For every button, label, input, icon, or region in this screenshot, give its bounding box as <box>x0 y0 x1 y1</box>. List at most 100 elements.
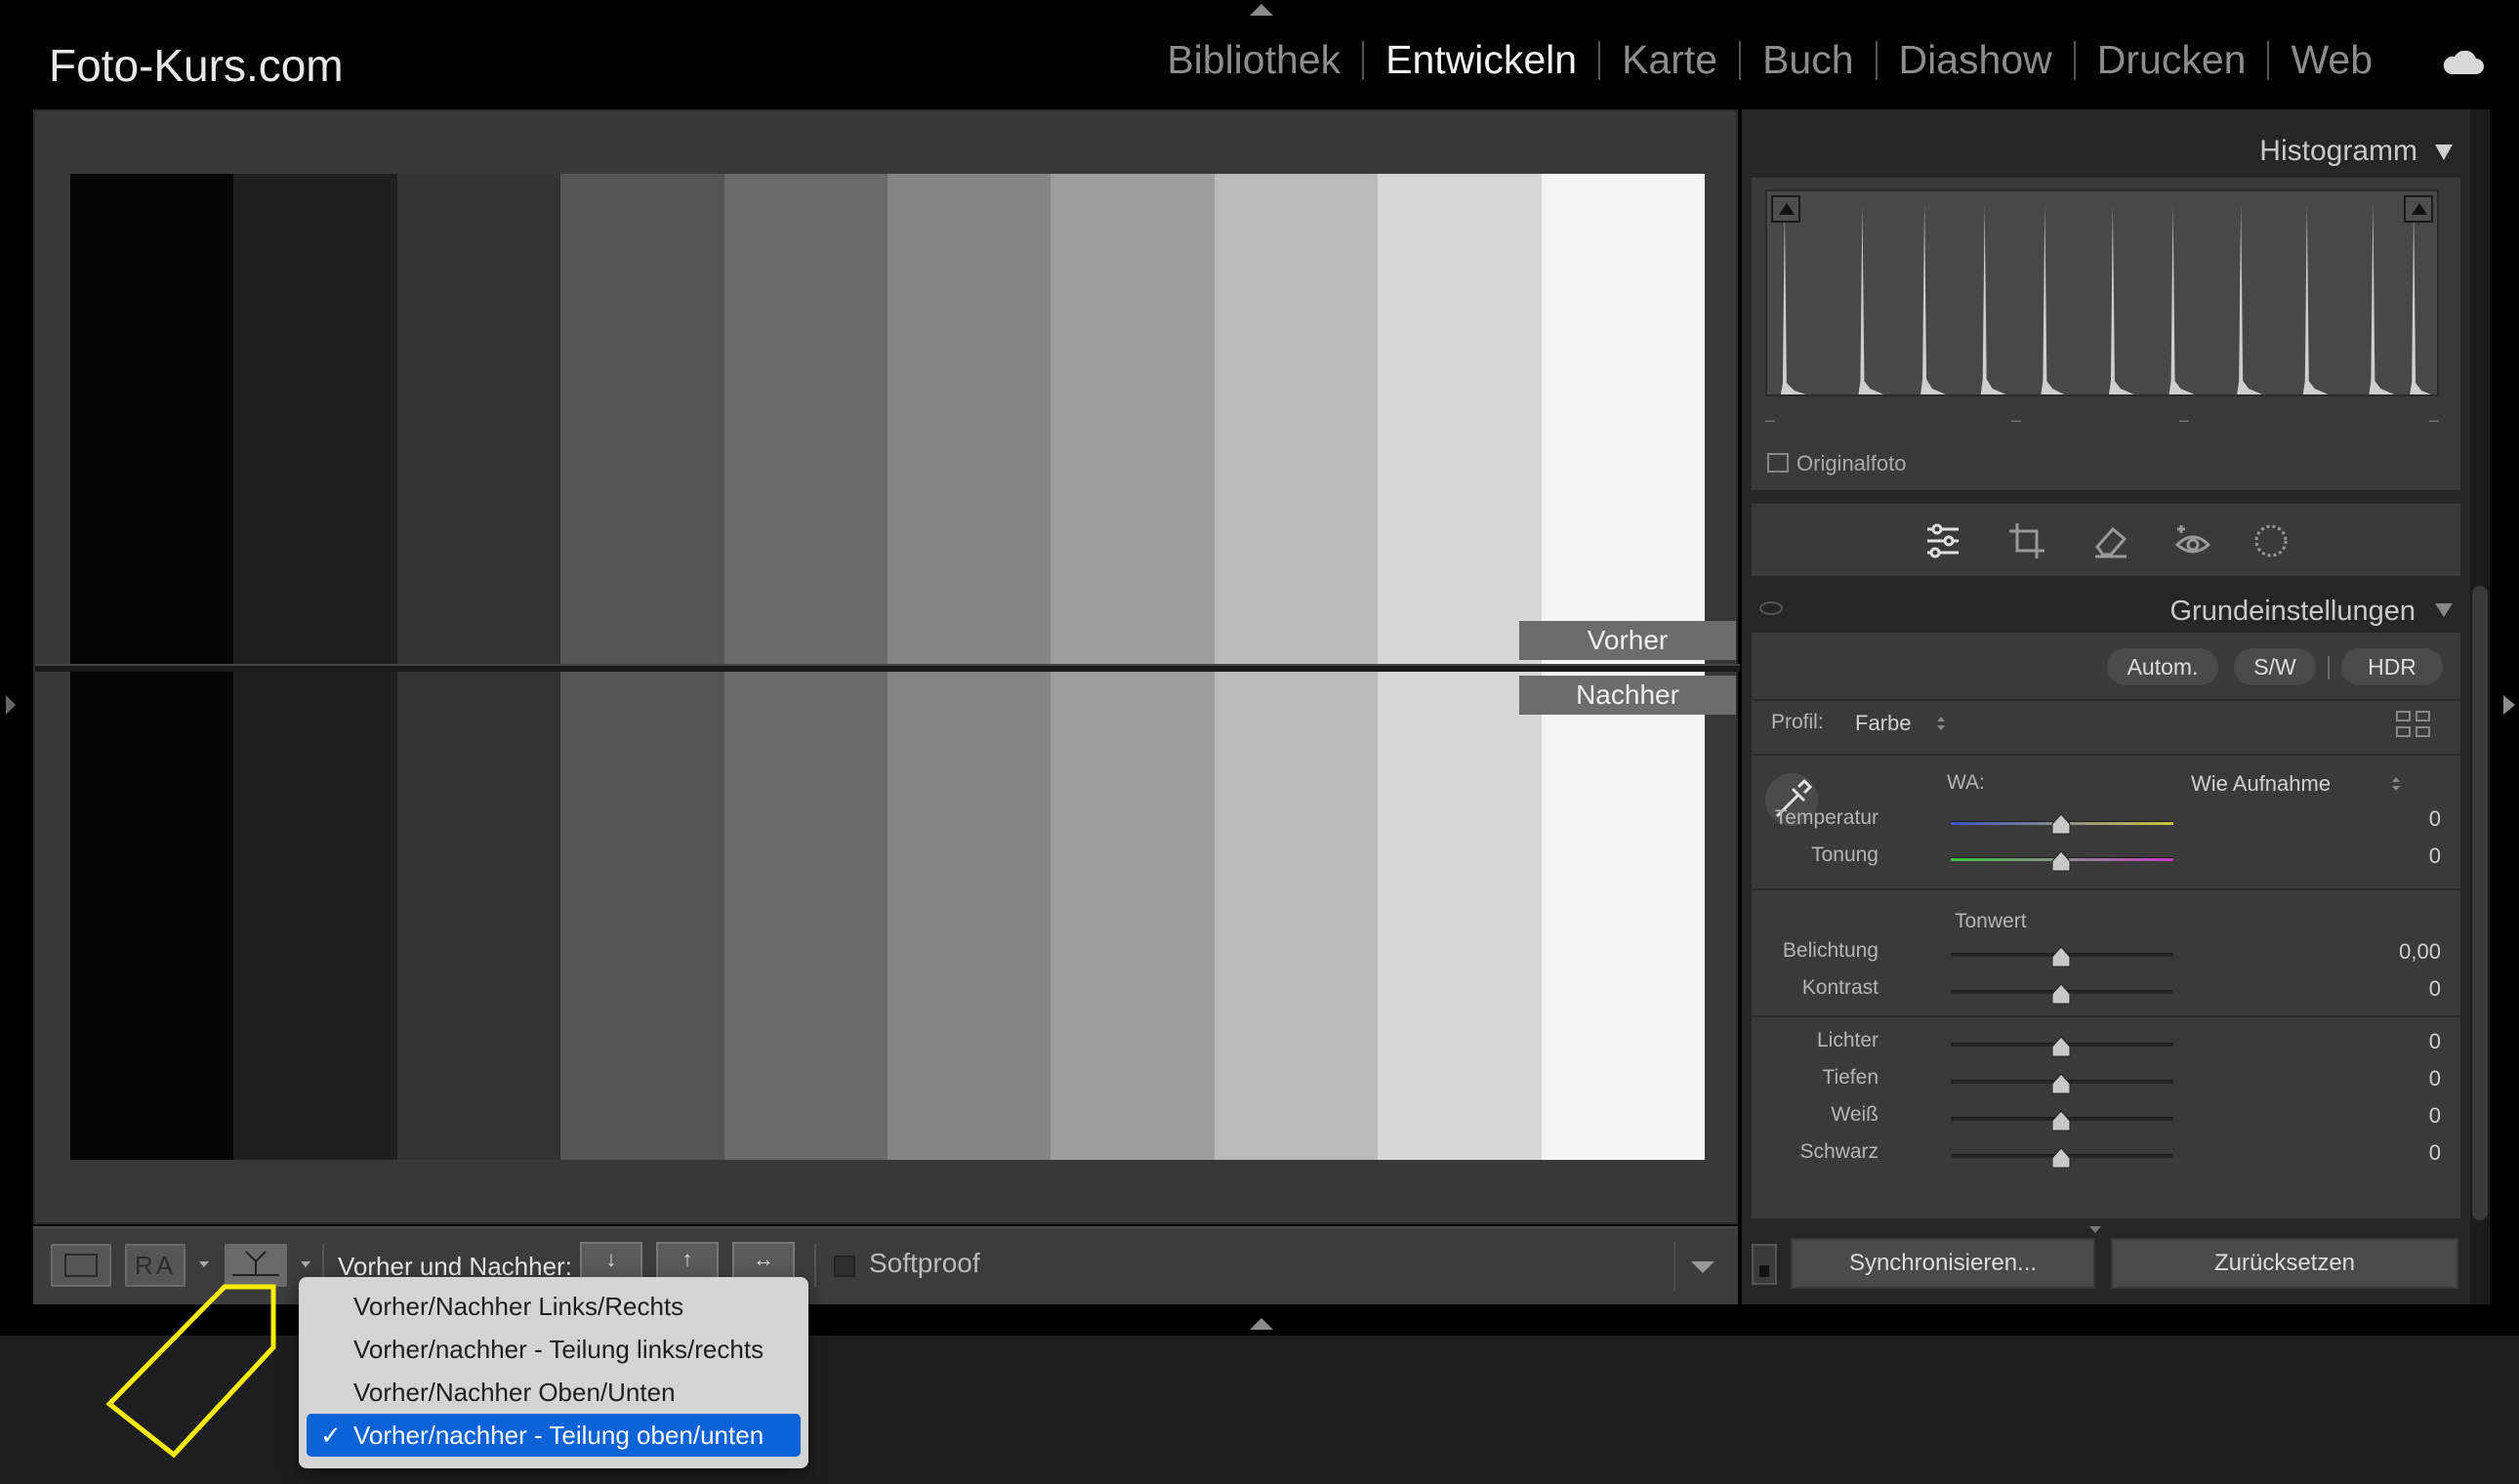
tone-stripe <box>1214 174 1379 664</box>
tone-stripe <box>1541 672 1706 1160</box>
basic-panel-header[interactable]: Grundeinstellungen <box>1752 588 2460 631</box>
right-panel: Histogramm – – – – Originalfoto Grundein… <box>1742 109 2470 1304</box>
highlights-value[interactable]: 0 <box>2429 1029 2441 1054</box>
button-separator <box>2328 656 2330 680</box>
slider-label-tonung: Tonung <box>1811 844 1879 866</box>
copy-before-to-after-button[interactable]: ↓ <box>580 1242 642 1279</box>
slider-label-weiss: Weiß <box>1831 1103 1879 1126</box>
module-diashow[interactable]: Diashow <box>1878 37 2074 83</box>
temperature-value[interactable]: 0 <box>2429 806 2441 832</box>
blacks-value[interactable]: 0 <box>2429 1140 2441 1166</box>
menu-item-label: Vorher/nachher - Teilung oben/unten <box>353 1421 764 1450</box>
original-photo-label: Originalfoto <box>1796 451 1907 475</box>
menu-item-split-left-right[interactable]: Vorher/nachher - Teilung links/rechts <box>307 1328 801 1371</box>
footer-toggle-icon[interactable] <box>2089 1226 2101 1233</box>
slider-label-kontrast: Kontrast <box>1801 976 1879 999</box>
shadow-clipping-button[interactable] <box>1771 195 1800 223</box>
auto-button[interactable]: Autom. <box>2107 648 2218 685</box>
tone-stripe <box>233 672 397 1160</box>
softproof-label: Softproof <box>869 1248 980 1278</box>
before-after-dropdown-icon[interactable] <box>301 1261 310 1267</box>
slider-label-lichter: Lichter <box>1816 1029 1879 1051</box>
histogram-readout-dash: – <box>2429 410 2440 430</box>
left-panel-toggle-icon[interactable] <box>6 695 16 715</box>
slider-thumb-icon[interactable] <box>2050 1109 2072 1133</box>
tone-stripe <box>888 672 1052 1160</box>
collapse-triangle-icon[interactable] <box>2435 144 2453 160</box>
profile-select[interactable]: Farbe <box>1855 711 1911 736</box>
histogram-readout-dash: – <box>2179 410 2190 430</box>
module-drucken[interactable]: Drucken <box>2076 37 2268 83</box>
after-label: Nachher <box>1519 676 1736 715</box>
right-panel-toggle-icon[interactable] <box>2503 695 2515 715</box>
toolbar-options-icon[interactable] <box>1691 1261 1714 1273</box>
sync-button[interactable]: Synchronisieren... <box>1791 1238 2095 1289</box>
red-eye-icon[interactable] <box>2173 521 2212 560</box>
histogram-header[interactable]: Histogramm <box>1752 123 2460 172</box>
filmstrip-toggle-icon[interactable] <box>1250 1318 1273 1330</box>
profile-browser-icon[interactable] <box>2396 711 2433 740</box>
eye-icon[interactable] <box>1759 601 1783 615</box>
hdr-button[interactable]: HDR <box>2341 648 2443 685</box>
slider-thumb-icon[interactable] <box>2050 982 2072 1006</box>
adjust-sliders-icon[interactable] <box>1923 521 1962 560</box>
divider <box>1752 888 2460 890</box>
divider <box>1752 699 2460 701</box>
stepper-icon <box>1937 717 1945 730</box>
slider-thumb-icon[interactable] <box>2050 849 2072 873</box>
module-entwickeln[interactable]: Entwickeln <box>1364 37 1598 83</box>
module-bibliothek[interactable]: Bibliothek <box>1145 37 1362 83</box>
original-photo-checkbox[interactable] <box>1767 453 1789 473</box>
cloud-icon[interactable] <box>2441 51 2484 76</box>
tone-stripe <box>1214 672 1379 1160</box>
slider-thumb-icon[interactable] <box>2050 1146 2072 1170</box>
whites-value[interactable]: 0 <box>2429 1103 2441 1129</box>
highlight-clipping-button[interactable] <box>2404 195 2433 223</box>
before-after-menu: Vorher/Nachher Links/Rechts Vorher/nachh… <box>299 1277 808 1468</box>
slider-thumb-icon[interactable] <box>2050 945 2072 969</box>
module-buch[interactable]: Buch <box>1741 37 1875 83</box>
softproof-checkbox[interactable] <box>834 1256 855 1277</box>
tint-value[interactable]: 0 <box>2429 844 2441 869</box>
swap-before-after-button[interactable]: ↔ <box>732 1242 795 1279</box>
module-karte[interactable]: Karte <box>1600 37 1739 83</box>
exposure-value[interactable]: 0,00 <box>2399 939 2441 965</box>
checkmark-icon: ✓ <box>320 1421 342 1450</box>
histogram-spikes <box>1780 202 2432 394</box>
slider-label-schwarz: Schwarz <box>1799 1140 1879 1163</box>
tone-stripe <box>888 174 1052 664</box>
scrollbar-thumb[interactable] <box>2472 586 2488 1220</box>
slider-thumb-icon[interactable] <box>2050 1035 2072 1058</box>
shadows-value[interactable]: 0 <box>2429 1066 2441 1092</box>
bw-button[interactable]: S/W <box>2234 648 2316 685</box>
annotation-highlight <box>105 1284 276 1459</box>
loupe-view-icon <box>64 1254 98 1277</box>
tone-stripe <box>396 672 561 1160</box>
tone-stripe <box>1051 174 1215 664</box>
menu-item-left-right[interactable]: Vorher/Nachher Links/Rechts <box>307 1285 801 1328</box>
split-divider <box>35 664 1740 672</box>
masking-icon[interactable] <box>2251 521 2291 560</box>
crop-icon[interactable] <box>2007 521 2046 560</box>
copy-after-to-before-button[interactable]: ↑ <box>656 1242 719 1279</box>
slider-thumb-icon[interactable] <box>2050 812 2072 836</box>
right-panel-footer: Synchronisieren... Zurücksetzen <box>1742 1226 2470 1304</box>
auto-sync-switch[interactable] <box>1752 1244 1777 1285</box>
eraser-icon[interactable] <box>2091 521 2130 560</box>
histogram-title: Histogramm <box>2259 135 2417 167</box>
menu-item-split-top-bottom[interactable]: ✓ Vorher/nachher - Teilung oben/unten <box>307 1414 801 1457</box>
before-label: Vorher <box>1519 621 1736 660</box>
stepper-icon <box>2392 777 2400 791</box>
tone-stripe <box>1541 174 1706 664</box>
profile-label: Profil: <box>1771 711 1824 733</box>
reset-button[interactable]: Zurücksetzen <box>2111 1238 2458 1289</box>
tone-stripe <box>1051 672 1215 1160</box>
top-panel-toggle-icon[interactable] <box>1250 4 1273 16</box>
white-balance-select[interactable]: Wie Aufnahme <box>2191 771 2331 797</box>
contrast-value[interactable]: 0 <box>2429 976 2441 1002</box>
slider-thumb-icon[interactable] <box>2050 1072 2072 1095</box>
module-web[interactable]: Web <box>2269 37 2394 83</box>
collapse-triangle-icon[interactable] <box>2435 603 2453 617</box>
menu-item-top-bottom[interactable]: Vorher/Nachher Oben/Unten <box>307 1371 801 1414</box>
tone-stripe <box>1378 672 1542 1160</box>
